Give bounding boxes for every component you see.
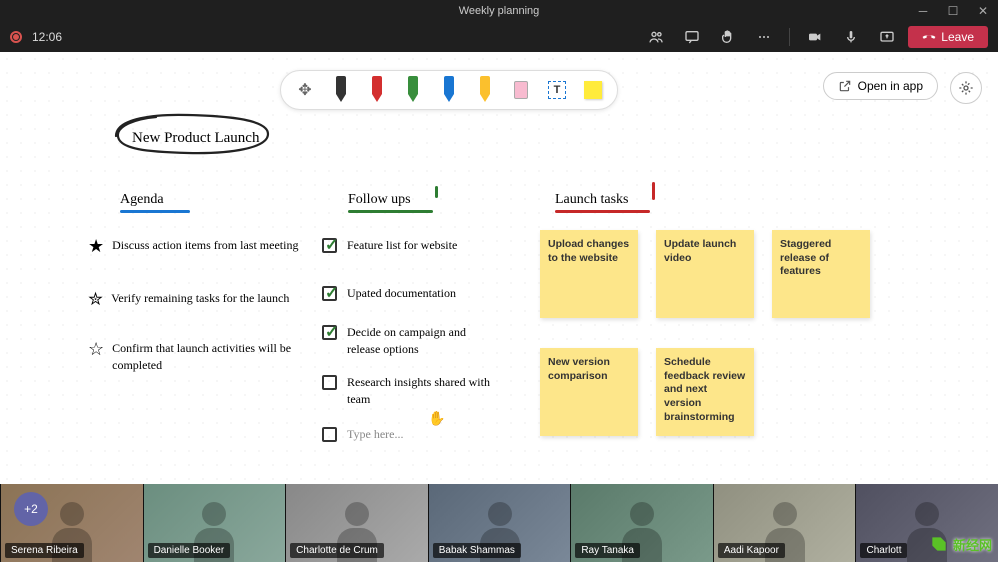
checkbox-checked-icon[interactable]	[322, 286, 337, 301]
participant-tile[interactable]: Babak Shammas	[428, 484, 571, 562]
sticky-note[interactable]: Schedule feedback review and next versio…	[656, 348, 754, 436]
pen-black[interactable]	[329, 75, 353, 105]
raise-hand-icon[interactable]	[713, 24, 743, 50]
sticky-note[interactable]: Staggered release of features	[772, 230, 870, 318]
participant-name: Serena Ribeira	[5, 543, 84, 558]
star-icon: ★	[88, 237, 104, 255]
agenda-item[interactable]: ☆ Confirm that launch activities will be…	[88, 340, 300, 374]
agenda-item[interactable]: ✮ Verify remaining tasks for the launch	[88, 290, 300, 308]
external-link-icon	[838, 79, 852, 93]
eraser-tool[interactable]	[509, 75, 533, 105]
participants-overflow-badge[interactable]: +2	[14, 492, 48, 526]
launch-tasks-header: Launch tasks	[555, 192, 650, 213]
grab-cursor-icon: ✋	[428, 410, 445, 427]
participant-name: Charlotte de Crum	[290, 543, 384, 558]
window-titlebar: Weekly planning ─ ☐ ✕	[0, 0, 998, 22]
meeting-timer: 12:06	[32, 30, 62, 44]
share-screen-icon[interactable]	[872, 24, 902, 50]
followup-item[interactable]: Feature list for website	[322, 237, 502, 254]
maximize-button[interactable]: ☐	[938, 0, 968, 22]
pen-blue[interactable]	[437, 75, 461, 105]
followups-header: Follow ups	[348, 192, 433, 213]
whiteboard-canvas[interactable]: ✥ T Open in app New Product Launch Agend…	[0, 52, 998, 484]
participant-name: Aadi Kapoor	[718, 543, 785, 558]
recording-indicator-icon	[10, 31, 22, 43]
chat-icon[interactable]	[677, 24, 707, 50]
participant-tile[interactable]: Ray Tanaka	[570, 484, 713, 562]
participants-strip: +2 Serena Ribeira Danielle Booker Charlo…	[0, 484, 998, 562]
meeting-toolbar: 12:06 Leave	[0, 22, 998, 52]
star-icon: ☆	[88, 340, 104, 358]
more-options-icon[interactable]	[749, 24, 779, 50]
whiteboard-toolbar: ✥ T	[280, 70, 618, 110]
pen-red[interactable]	[365, 75, 389, 105]
star-icon: ✮	[88, 290, 103, 308]
followup-item[interactable]: Decide on campaign and release options	[322, 324, 502, 358]
open-in-app-button[interactable]: Open in app	[823, 72, 938, 100]
agenda-header: Agenda	[120, 192, 190, 213]
whiteboard-settings-button[interactable]	[950, 72, 982, 104]
gear-icon	[958, 80, 974, 96]
leave-button[interactable]: Leave	[908, 26, 988, 48]
watermark-logo-icon	[929, 534, 949, 554]
participant-tile[interactable]: Danielle Booker	[143, 484, 286, 562]
minimize-button[interactable]: ─	[908, 0, 938, 22]
camera-icon[interactable]	[800, 24, 830, 50]
checkbox-icon[interactable]	[322, 375, 337, 390]
agenda-item[interactable]: ★ Discuss action items from last meeting	[88, 237, 300, 255]
followup-item[interactable]: Upated documentation	[322, 285, 502, 302]
followup-item[interactable]: Research insights shared with team	[322, 374, 502, 408]
checkbox-icon[interactable]	[322, 427, 337, 442]
participant-name: Ray Tanaka	[575, 543, 640, 558]
sticky-note[interactable]: New version comparison	[540, 348, 638, 436]
sticky-note[interactable]: Update launch video	[656, 230, 754, 318]
participant-tile[interactable]: Charlotte de Crum	[285, 484, 428, 562]
participant-name: Babak Shammas	[433, 543, 521, 558]
close-button[interactable]: ✕	[968, 0, 998, 22]
sticky-note-tool[interactable]	[581, 75, 605, 105]
pen-yellow[interactable]	[473, 75, 497, 105]
window-title: Weekly planning	[459, 5, 540, 17]
pen-green[interactable]	[401, 75, 425, 105]
participant-tile[interactable]: Aadi Kapoor	[713, 484, 856, 562]
move-tool-icon[interactable]: ✥	[293, 75, 317, 105]
participants-icon[interactable]	[641, 24, 671, 50]
microphone-icon[interactable]	[836, 24, 866, 50]
checkbox-checked-icon[interactable]	[322, 238, 337, 253]
followup-new-input[interactable]: Type here...	[322, 426, 502, 443]
hangup-icon	[922, 30, 936, 44]
watermark: 新经网	[929, 534, 992, 554]
checkbox-checked-icon[interactable]	[322, 325, 337, 340]
text-tool[interactable]: T	[545, 75, 569, 105]
participant-name: Charlott	[860, 543, 907, 558]
participant-name: Danielle Booker	[148, 543, 231, 558]
whiteboard-title[interactable]: New Product Launch	[118, 124, 273, 153]
sticky-note[interactable]: Upload changes to the website	[540, 230, 638, 318]
